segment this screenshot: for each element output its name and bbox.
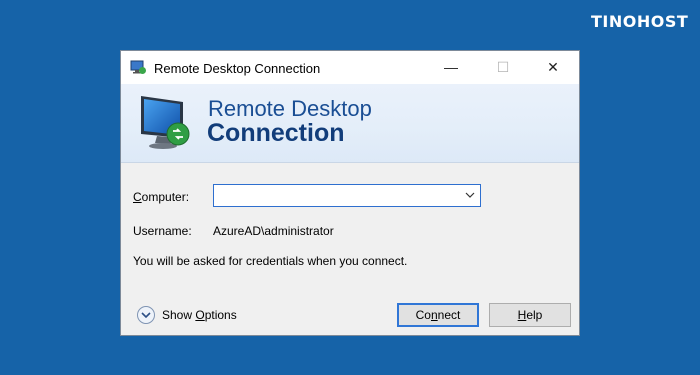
show-options-mnemonic: O <box>195 308 205 322</box>
username-label: Username: <box>133 224 192 238</box>
chevron-down-icon[interactable] <box>465 191 475 199</box>
maximize-button[interactable]: ☐ <box>480 51 526 84</box>
computer-label-text: omputer: <box>141 190 190 204</box>
help-button[interactable]: Help <box>489 303 571 327</box>
show-options-text-pre: Show <box>162 308 196 322</box>
credentials-info-text: You will be asked for credentials when y… <box>133 254 408 268</box>
connect-mnemonic: n <box>430 308 438 322</box>
rdc-app-icon <box>130 60 146 74</box>
monitor-icon <box>141 96 190 149</box>
show-options-text-post: ptions <box>204 308 237 322</box>
expand-circle-icon[interactable] <box>136 305 156 325</box>
rdc-dialog: Remote Desktop Connection — ☐ ✕ Remote D… <box>120 50 580 336</box>
connect-button[interactable]: Connect <box>397 303 479 327</box>
tinohost-logo: TINOHOST <box>591 12 689 31</box>
banner: Remote Desktop Connection <box>121 84 579 163</box>
help-text-post: elp <box>526 308 543 322</box>
connect-text-pre: Co <box>415 308 431 322</box>
computer-label-mnemonic: C <box>133 190 142 204</box>
show-options-label[interactable]: Show Options <box>162 308 237 322</box>
close-button[interactable]: ✕ <box>530 51 576 84</box>
computer-label: Computer: <box>133 190 189 204</box>
computer-combobox[interactable] <box>213 184 481 207</box>
connect-text-post: nect <box>437 308 461 322</box>
computer-input[interactable] <box>216 187 456 204</box>
banner-title-line2: Connection <box>207 119 345 147</box>
window-title: Remote Desktop Connection <box>154 61 321 76</box>
username-value: AzureAD\administrator <box>213 224 334 238</box>
title-bar[interactable]: Remote Desktop Connection — ☐ ✕ <box>121 51 579 84</box>
minimize-button[interactable]: — <box>428 51 474 84</box>
